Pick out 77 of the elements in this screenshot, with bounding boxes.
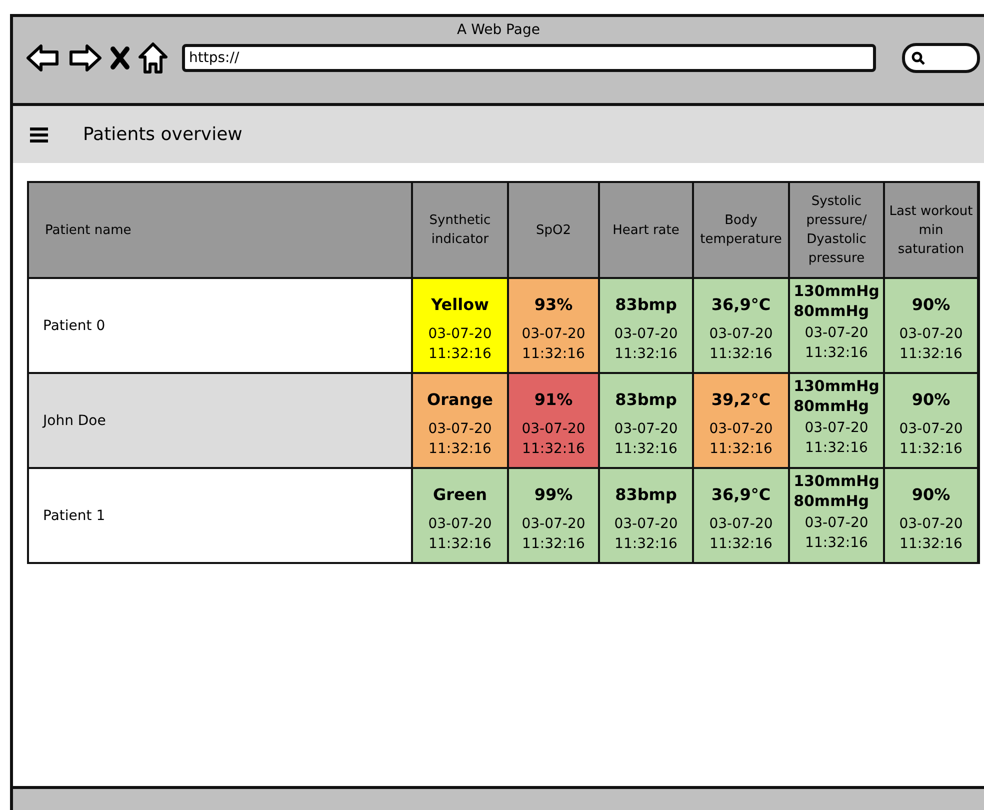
reading-value: 39,2°C xyxy=(711,388,771,410)
patient-name-cell: Patient 0 xyxy=(29,279,411,372)
timestamp-time: 11:32:16 xyxy=(428,534,492,554)
timestamp-date: 03-07-20 xyxy=(804,324,868,342)
patient-name-cell: Patient 1 xyxy=(29,469,411,562)
timestamp-time: 11:32:16 xyxy=(805,534,868,552)
timestamp-time: 11:32:16 xyxy=(900,344,962,364)
timestamp-time: 11:32:16 xyxy=(805,438,868,458)
timestamp-date: 03-07-20 xyxy=(709,324,773,344)
column-header: Systolic pressure/ Dyastolic pressure xyxy=(790,183,883,277)
timestamp-date: 03-07-20 xyxy=(804,418,868,438)
reading-value: 83bmp xyxy=(615,388,677,410)
timestamp-date: 03-07-20 xyxy=(522,514,586,534)
column-header: Body temperature xyxy=(694,183,788,277)
address-field[interactable]: https:// xyxy=(182,44,876,72)
timestamp-time: 11:32:16 xyxy=(710,534,772,554)
reading-value: 93% xyxy=(534,294,573,316)
timestamp-date: 03-07-20 xyxy=(804,514,868,532)
home-icon[interactable] xyxy=(138,41,168,75)
timestamp-time: 11:32:16 xyxy=(710,344,772,364)
reading-value: Yellow xyxy=(431,294,489,316)
search-icon xyxy=(911,51,925,65)
reading-value: 83bmp xyxy=(615,484,677,506)
column-header: Last workout min saturation xyxy=(885,183,977,277)
timestamp-date: 03-07-20 xyxy=(428,420,492,438)
close-icon[interactable] xyxy=(110,46,130,70)
timestamp-time: 11:32:16 xyxy=(522,534,585,554)
timestamp-date: 03-07-20 xyxy=(709,420,773,438)
timestamp-date: 03-07-20 xyxy=(899,324,963,344)
reading-value: 91% xyxy=(534,388,573,410)
timestamp-date: 03-07-20 xyxy=(428,514,492,534)
timestamp-date: 03-07-20 xyxy=(522,324,586,344)
forward-icon[interactable] xyxy=(68,43,102,73)
back-icon[interactable] xyxy=(26,43,60,73)
reading-value: 130mmHg xyxy=(794,470,880,490)
timestamp-time: 11:32:16 xyxy=(614,534,678,554)
reading-value: 130mmHg xyxy=(794,280,880,300)
column-header: SpO2 xyxy=(509,183,598,277)
timestamp-time: 11:32:16 xyxy=(614,440,678,458)
timestamp-date: 03-07-20 xyxy=(522,420,586,438)
timestamp-time: 11:32:16 xyxy=(614,344,678,364)
reading-value: 130mmHg xyxy=(794,376,880,396)
reading-value: 90% xyxy=(912,484,950,506)
reading-value: 83bmp xyxy=(615,294,677,316)
timestamp-date: 03-07-20 xyxy=(709,514,773,534)
timestamp-time: 11:32:16 xyxy=(522,440,585,458)
timestamp-date: 03-07-20 xyxy=(428,324,492,344)
timestamp-time: 11:32:16 xyxy=(428,440,492,458)
window-title: A Web Page xyxy=(457,22,540,38)
timestamp-time: 11:32:16 xyxy=(522,344,585,364)
reading-value: 90% xyxy=(912,294,950,316)
patient-name-cell: John Doe xyxy=(29,374,411,467)
reading-value: Orange xyxy=(427,388,493,410)
reading-value: 80mmHg xyxy=(794,396,870,416)
reading-value: 99% xyxy=(534,484,573,506)
column-header: Heart rate xyxy=(600,183,692,277)
reading-value: Green xyxy=(432,484,488,506)
timestamp-date: 03-07-20 xyxy=(614,420,678,438)
timestamp-time: 11:32:16 xyxy=(900,534,962,554)
timestamp-date: 03-07-20 xyxy=(899,514,963,534)
reading-value: 36,9°C xyxy=(711,294,771,316)
timestamp-date: 03-07-20 xyxy=(899,420,963,438)
timestamp-time: 11:32:16 xyxy=(428,344,492,364)
search-field[interactable] xyxy=(902,43,980,73)
reading-value: 90% xyxy=(912,388,950,410)
timestamp-date: 03-07-20 xyxy=(614,324,678,344)
reading-value: 80mmHg xyxy=(794,300,870,320)
reading-value: 80mmHg xyxy=(794,490,870,510)
timestamp-date: 03-07-20 xyxy=(614,514,678,534)
reading-value: 36,9°C xyxy=(711,484,771,506)
page-title: Patients overview xyxy=(83,124,242,145)
menu-icon[interactable] xyxy=(29,126,49,142)
column-header: Synthetic indicator xyxy=(413,183,507,277)
column-header: Patient name xyxy=(29,183,411,277)
timestamp-time: 11:32:16 xyxy=(710,440,772,458)
timestamp-time: 11:32:16 xyxy=(900,440,962,458)
timestamp-time: 11:32:16 xyxy=(805,344,868,362)
